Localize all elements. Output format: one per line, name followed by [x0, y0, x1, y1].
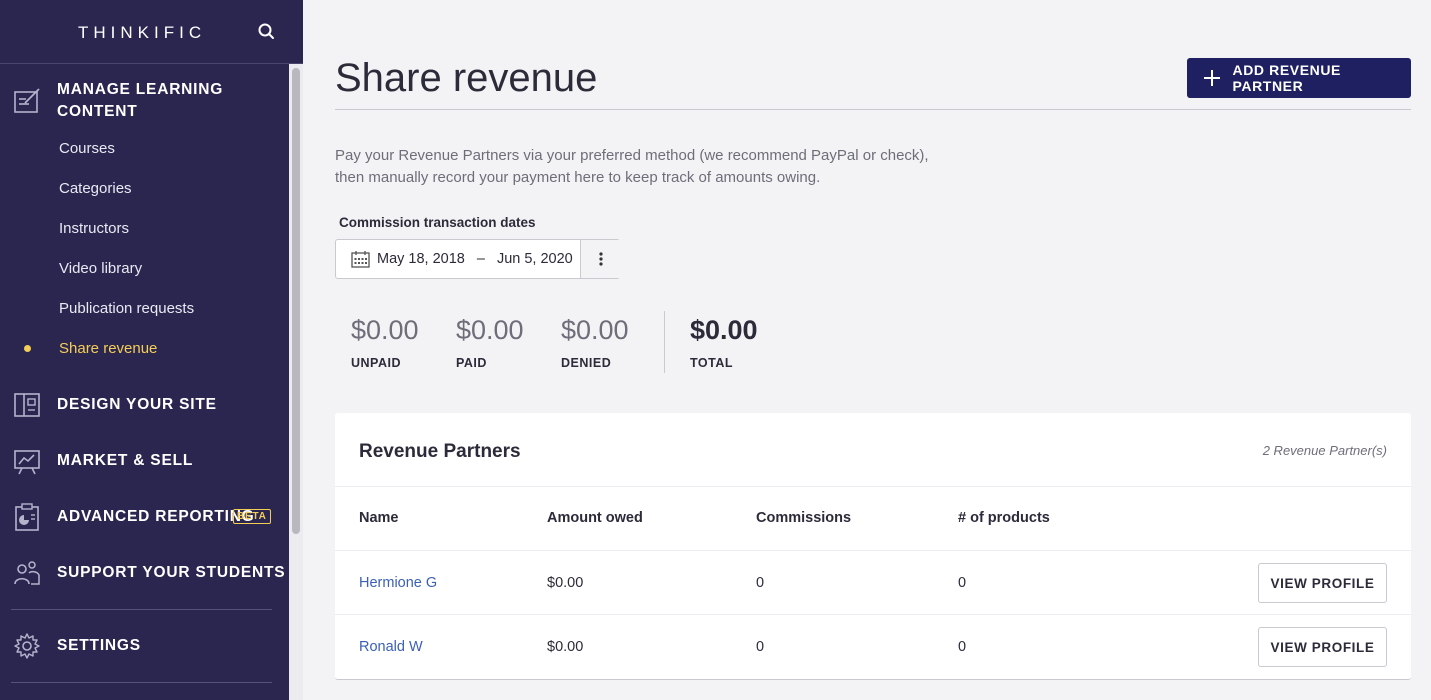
products-cell: 0 [958, 639, 967, 655]
card-title: Revenue Partners [359, 441, 521, 462]
stat-label: PAID [456, 356, 487, 370]
revenue-partners-card: Revenue Partners 2 Revenue Partner(s) Na… [335, 413, 1411, 680]
students-icon [14, 561, 40, 585]
nav-section-label: SETTINGS [57, 637, 141, 654]
nav-section-label: ADVANCED REPORTING [57, 508, 255, 525]
layout-icon [14, 393, 40, 417]
nav-section-design-your-site[interactable]: DESIGN YOUR SITE [0, 390, 289, 420]
sidebar-item-publication-requests[interactable]: Publication requests [59, 300, 194, 317]
column-header-amount-owed: Amount owed [547, 510, 643, 526]
products-cell: 0 [958, 575, 967, 591]
edit-content-icon [14, 88, 40, 113]
calendar-icon [351, 251, 370, 268]
stat-denied: $0.00 DENIED [561, 315, 629, 370]
stat-label: UNPAID [351, 356, 401, 370]
stat-total: $0.00 TOTAL [690, 315, 758, 370]
date-options-button[interactable] [580, 240, 620, 278]
table-row-divider [335, 614, 1411, 615]
thinkific-logo[interactable]: THINKIFIC [78, 23, 206, 43]
description-line-2: then manually record your payment here t… [335, 169, 821, 186]
sidebar: THINKIFIC MANAGE LEARNING CONTENT Course… [0, 0, 303, 700]
sidebar-item-courses[interactable]: Courses [59, 140, 115, 157]
plus-icon [1203, 69, 1221, 87]
add-revenue-partner-button[interactable]: ADD REVENUE PARTNER [1187, 58, 1411, 98]
nav-section-market-and-sell[interactable]: MARKET & SELL [0, 446, 289, 476]
table-header-divider [335, 550, 1411, 551]
active-indicator-dot [24, 345, 31, 352]
sidebar-header: THINKIFIC [0, 0, 303, 64]
view-profile-button[interactable]: VIEW PROFILE [1258, 627, 1387, 667]
page-title: Share revenue [335, 56, 598, 100]
card-divider [335, 486, 1411, 487]
column-header-name: Name [359, 510, 399, 526]
stat-value: $0.00 [351, 315, 419, 345]
stat-label: DENIED [561, 356, 612, 370]
presentation-chart-icon [14, 450, 40, 475]
date-filter-label: Commission transaction dates [339, 215, 536, 230]
sidebar-divider [11, 682, 272, 683]
commissions-cell: 0 [756, 639, 765, 655]
nav-section-label: DESIGN YOUR SITE [57, 396, 217, 413]
gear-icon [14, 633, 40, 659]
sidebar-item-categories[interactable]: Categories [59, 180, 132, 197]
date-range-input[interactable]: May 18, 2018 – Jun 5, 2020 [336, 240, 581, 278]
stat-value: $0.00 [690, 315, 758, 345]
sidebar-item-instructors[interactable]: Instructors [59, 220, 129, 237]
date-end: Jun 5, 2020 [496, 251, 573, 267]
stat-label: TOTAL [690, 356, 734, 370]
partner-name-link[interactable]: Ronald W [359, 639, 423, 655]
nav-section-label: MARKET & SELL [57, 452, 194, 469]
nav-section-label-line1: MANAGE LEARNING [57, 81, 224, 98]
title-divider [335, 109, 1411, 110]
commissions-cell: 0 [756, 575, 765, 591]
page-description: Pay your Revenue Partners via your prefe… [335, 145, 955, 189]
nav-section-support-your-students[interactable]: SUPPORT YOUR STUDENTS [0, 558, 289, 588]
amount-owed-cell: $0.00 [547, 639, 584, 655]
view-profile-button[interactable]: VIEW PROFILE [1258, 563, 1387, 603]
nav-section-label-line2: CONTENT [57, 103, 138, 120]
report-clipboard-icon [15, 503, 39, 531]
description-line-1: Pay your Revenue Partners via your prefe… [335, 147, 929, 164]
sidebar-scrollbar[interactable] [289, 64, 303, 700]
nav-section-label: SUPPORT YOUR STUDENTS [57, 564, 286, 581]
main-content: Share revenue ADD REVENUE PARTNER Pay yo… [303, 0, 1431, 700]
beta-badge: BETA [233, 509, 271, 524]
stat-paid: $0.00 PAID [456, 315, 524, 370]
sidebar-divider [11, 609, 272, 610]
amount-owed-cell: $0.00 [547, 575, 584, 591]
stats-divider [664, 311, 665, 373]
add-revenue-partner-label: ADD REVENUE PARTNER [1232, 62, 1341, 94]
sidebar-item-video-library[interactable]: Video library [59, 260, 142, 277]
sidebar-item-share-revenue[interactable]: Share revenue [59, 340, 157, 357]
more-vertical-icon [598, 252, 603, 266]
date-range-picker: May 18, 2018 – Jun 5, 2020 [335, 239, 620, 279]
partner-count: 2 Revenue Partner(s) [1262, 443, 1387, 458]
search-icon[interactable] [256, 21, 278, 43]
column-header-commissions: Commissions [756, 510, 852, 526]
stat-value: $0.00 [456, 315, 524, 345]
nav-section-label: MANAGE LEARNING CONTENT [57, 79, 223, 123]
stat-value: $0.00 [561, 315, 629, 345]
column-header-products: # of products [958, 510, 1050, 526]
date-start: May 18, 2018 [377, 251, 465, 267]
stat-unpaid: $0.00 UNPAID [351, 315, 419, 370]
partner-name-link[interactable]: Hermione G [359, 575, 437, 591]
nav-section-manage-learning-content[interactable]: MANAGE LEARNING CONTENT [0, 78, 289, 130]
date-separator: – [476, 251, 485, 267]
nav-section-settings[interactable]: SETTINGS [0, 631, 289, 661]
sidebar-scrollbar-thumb[interactable] [292, 68, 300, 534]
